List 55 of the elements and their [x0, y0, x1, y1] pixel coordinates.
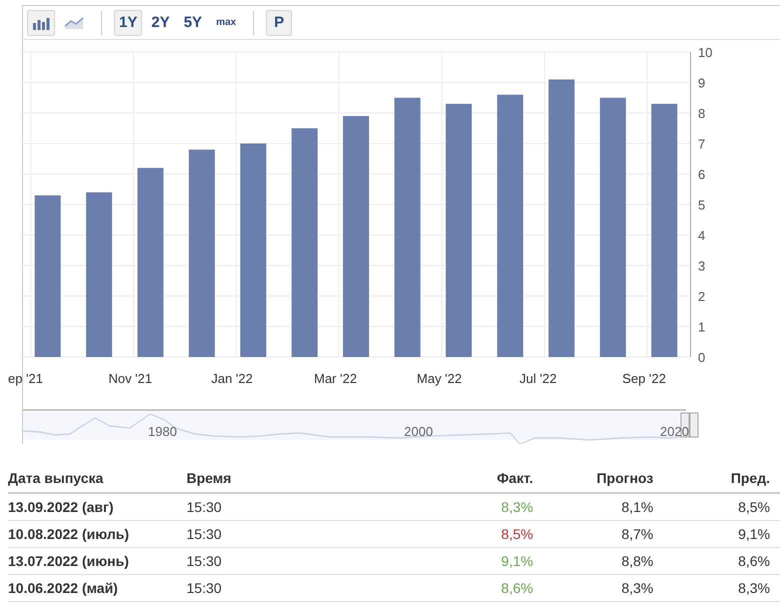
- y-tick-label: 2: [698, 289, 706, 304]
- y-tick-label: 7: [698, 136, 706, 152]
- y-tick-label: 5: [698, 198, 706, 212]
- previous-cell: 8,3%: [663, 574, 780, 602]
- date-cell: 13.07.2022 (июнь): [8, 548, 187, 574]
- p-button[interactable]: P: [266, 10, 292, 36]
- x-tick-label: Jan '22: [211, 371, 253, 386]
- previous-cell: 9,1%: [663, 520, 780, 548]
- range-button[interactable]: max: [211, 10, 242, 36]
- date-cell: 10.06.2022 (май): [8, 574, 187, 602]
- actual-cell: 8,6%: [417, 574, 544, 602]
- y-tick-label: 0: [698, 350, 706, 365]
- previous-cell: 8,5%: [663, 493, 780, 520]
- range-button[interactable]: 2Y: [146, 10, 175, 36]
- forecast-cell: 8,1%: [543, 493, 664, 520]
- y-tick-label: 9: [698, 76, 706, 90]
- year-label: 1980: [148, 424, 177, 439]
- actual-cell: 9,1%: [417, 548, 544, 574]
- forecast-cell: 8,8%: [543, 548, 664, 574]
- column-header: Пред.: [663, 464, 780, 493]
- date-cell: 10.08.2022 (июль): [8, 520, 187, 548]
- y-tick-label: 3: [698, 258, 706, 274]
- forecast-cell: 8,3%: [543, 574, 664, 602]
- x-tick-label: Jul '22: [520, 371, 557, 386]
- column-header: Время: [186, 464, 418, 493]
- year-label: 2020: [660, 424, 689, 439]
- y-tick-label: 6: [698, 167, 706, 182]
- column-header: Факт.: [417, 464, 544, 493]
- x-tick-label: ep '21: [8, 371, 44, 386]
- actual-cell: 8,3%: [417, 493, 544, 520]
- bar-chart-icon: [32, 16, 50, 30]
- time-cell: 15:30: [186, 520, 418, 548]
- year-label: 2000: [404, 424, 433, 439]
- x-tick-label: Nov '21: [108, 371, 152, 386]
- range-button[interactable]: 1Y: [114, 10, 142, 36]
- y-tick-label: 8: [698, 106, 706, 121]
- x-tick-label: Sep '22: [622, 371, 666, 386]
- forecast-cell: 8,7%: [543, 520, 664, 548]
- y-tick-label: 4: [698, 228, 706, 243]
- y-tick-label: 1: [698, 320, 706, 334]
- date-cell: 13.09.2022 (авг): [8, 493, 187, 520]
- column-header: Дата выпуска: [8, 464, 187, 493]
- chart-type-button[interactable]: [27, 10, 55, 36]
- time-cell: 15:30: [186, 548, 418, 574]
- y-tick-label: 10: [698, 45, 712, 60]
- time-cell: 15:30: [186, 493, 418, 520]
- x-tick-label: May '22: [416, 371, 462, 386]
- actual-cell: 8,5%: [417, 520, 544, 548]
- previous-cell: 8,6%: [663, 548, 780, 574]
- time-cell: 15:30: [186, 574, 418, 602]
- navigator-drawing[interactable]: [22, 410, 698, 444]
- x-tick-label: Mar '22: [314, 371, 357, 386]
- line-chart-icon: [64, 16, 84, 30]
- range-button[interactable]: 5Y: [178, 10, 208, 36]
- column-header: Прогноз: [543, 464, 664, 493]
